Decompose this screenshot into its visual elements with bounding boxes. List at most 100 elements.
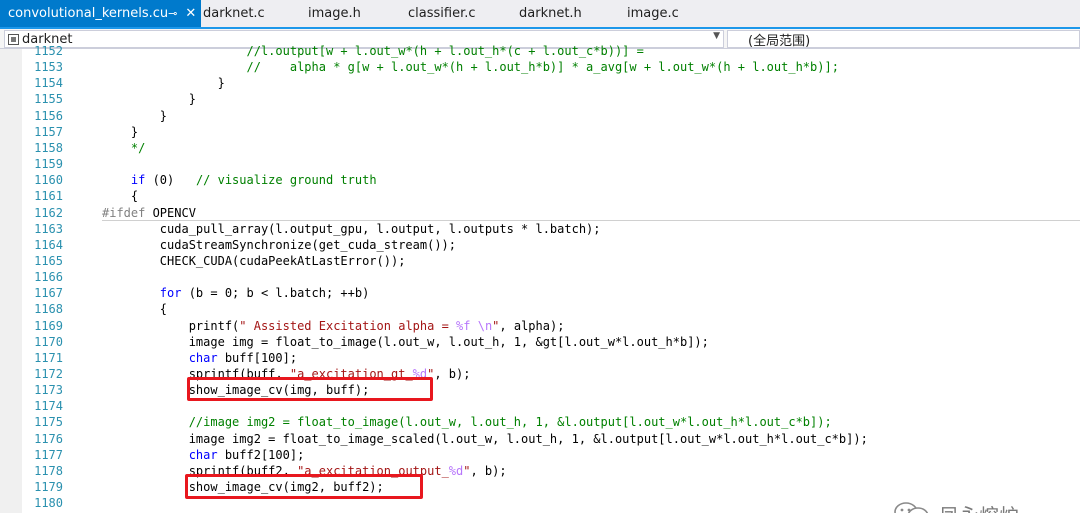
line-number: 1177 — [34, 447, 63, 462]
code-line-1153[interactable]: 1153 // alpha * g[w + l.out_w*(h + l.out… — [22, 59, 1080, 75]
code-text: // alpha * g[w + l.out_w*(h + l.out_h*b)… — [246, 60, 839, 75]
line-number: 1162 — [34, 205, 63, 220]
line-number: 1160 — [34, 173, 63, 188]
code-line-1163[interactable]: 1163 cuda_pull_array(l.output_gpu, l.out… — [22, 221, 1080, 237]
highlight-box-line-1173 — [187, 377, 433, 401]
code-line-1177[interactable]: 1177 char buff2[100]; — [22, 447, 1080, 463]
code-text: image img2 = float_to_image_scaled(l.out… — [102, 431, 868, 446]
code-text: cuda_pull_array(l.output_gpu, l.output, … — [102, 221, 601, 236]
code-text: for (b = 0; b < l.batch; ++b) — [159, 286, 370, 301]
tab-label: convolutional_kernels.cu — [8, 6, 169, 21]
line-number: 1173 — [34, 383, 63, 398]
code-text: { — [102, 302, 168, 317]
code-text: { — [102, 189, 139, 204]
code-text: } — [102, 108, 168, 123]
tab-image-c[interactable]: image.c — [627, 0, 727, 27]
line-number: 1155 — [34, 92, 63, 107]
tab-label: darknet.c — [203, 6, 265, 21]
code-line-1169[interactable]: 1169 printf(" Assisted Excitation alpha … — [22, 318, 1080, 334]
tab-darknet-c[interactable]: darknet.c — [201, 0, 308, 27]
code-line-1171[interactable]: 1171 char buff[100]; — [22, 350, 1080, 366]
code-line-1157[interactable]: 1157 } — [22, 124, 1080, 140]
code-line-1167[interactable]: 1167 for (b = 0; b < l.batch; ++b) — [22, 285, 1080, 301]
line-number: 1166 — [34, 270, 63, 285]
indicator-margin — [0, 49, 22, 513]
line-number: 1168 — [34, 302, 63, 317]
code-line-1161[interactable]: 1161 { — [22, 188, 1080, 204]
line-number: 1154 — [34, 76, 63, 91]
tab-label: image.h — [308, 6, 361, 21]
line-number: 1180 — [34, 496, 63, 511]
line-number: 1175 — [34, 415, 63, 430]
code-line-1160[interactable]: 1160 if (0) // visualize ground truth — [22, 172, 1080, 188]
code-line-1156[interactable]: 1156 } — [22, 108, 1080, 124]
code-text: */ — [102, 140, 146, 155]
line-number: 1158 — [34, 140, 63, 155]
code-text: //image img2 = float_to_image(l.out_w, l… — [188, 415, 832, 430]
line-number: 1178 — [34, 463, 63, 478]
watermark-text: 凤永熔炉 — [939, 500, 1019, 513]
tab-darknet-h[interactable]: darknet.h — [519, 0, 627, 27]
code-text: } — [102, 76, 225, 91]
highlight-box-line-1179 — [185, 474, 423, 499]
code-line-1164[interactable]: 1164 cudaStreamSynchronize(get_cuda_stre… — [22, 237, 1080, 253]
code-line-1158[interactable]: 1158 */ — [22, 140, 1080, 156]
code-line-1152[interactable]: 1152 //l.output[w + l.out_w*(h + l.out_h… — [22, 43, 1080, 59]
code-text: CHECK_CUDA(cudaPeekAtLastError()); — [102, 253, 406, 268]
document-tab-strip: convolutional_kernels.cu ⊸ ✕ darknet.c i… — [0, 0, 1080, 29]
line-number: 1153 — [34, 60, 63, 75]
code-line-1176[interactable]: 1176 image img2 = float_to_image_scaled(… — [22, 431, 1080, 447]
tab-image-h[interactable]: image.h — [308, 0, 408, 27]
code-line-1170[interactable]: 1170 image img = float_to_image(l.out_w,… — [22, 334, 1080, 350]
code-text: //l.output[w + l.out_w*(h + l.out_h*(c +… — [246, 44, 644, 58]
tab-classifier-c[interactable]: classifier.c — [408, 0, 519, 27]
close-icon[interactable]: ✕ — [185, 6, 196, 21]
code-line-1172[interactable]: 1172 sprintf(buff, "a_excitation_gt_%d",… — [22, 366, 1080, 382]
pin-icon[interactable]: ⊸ — [168, 7, 177, 20]
line-number: 1164 — [34, 237, 63, 252]
line-number: 1152 — [34, 44, 63, 58]
code-editor[interactable]: 1152 //l.output[w + l.out_w*(h + l.out_h… — [0, 44, 1080, 513]
code-line-1168[interactable]: 1168 { — [22, 301, 1080, 317]
code-text: if (0) // visualize ground truth — [130, 173, 377, 188]
code-line-1179[interactable]: 1179 show_image_cv(img2, buff2); — [22, 479, 1080, 495]
wechat-icon — [893, 501, 931, 513]
tab-label: classifier.c — [408, 6, 476, 21]
code-line-1155[interactable]: 1155 } — [22, 91, 1080, 107]
line-number: 1171 — [34, 350, 63, 365]
code-line-1154[interactable]: 1154 } — [22, 75, 1080, 91]
line-number: 1169 — [34, 318, 63, 333]
line-number: 1163 — [34, 221, 63, 236]
code-line-1165[interactable]: 1165 CHECK_CUDA(cudaPeekAtLastError()); — [22, 253, 1080, 269]
code-text: image img = float_to_image(l.out_w, l.ou… — [102, 334, 709, 349]
tab-label: darknet.h — [519, 6, 582, 21]
code-line-1174[interactable]: 1174 — [22, 398, 1080, 414]
code-line-1159[interactable]: 1159 — [22, 156, 1080, 172]
line-number: 1170 — [34, 334, 63, 349]
line-number: 1167 — [34, 286, 63, 301]
code-line-1166[interactable]: 1166 — [22, 269, 1080, 285]
line-number: 1179 — [34, 480, 63, 495]
code-line-1173[interactable]: 1173 show_image_cv(img, buff); — [22, 382, 1080, 398]
line-number: 1172 — [34, 367, 63, 381]
code-line-1178[interactable]: 1178 sprintf(buff2, "a_excitation_output… — [22, 463, 1080, 479]
line-number: 1176 — [34, 431, 63, 446]
code-text: char buff2[100]; — [188, 447, 305, 462]
chevron-down-icon[interactable]: ▼ — [713, 31, 720, 41]
code-text: } — [102, 124, 139, 139]
code-line-1175[interactable]: 1175 //image img2 = float_to_image(l.out… — [22, 414, 1080, 430]
code-text: #ifdef OPENCV — [102, 205, 196, 220]
line-number: 1161 — [34, 189, 63, 204]
code-line-1162[interactable]: 1162 #ifdef OPENCV — [22, 205, 1080, 221]
line-number: 1174 — [34, 399, 63, 414]
code-text: } — [102, 92, 196, 107]
code-text: cudaStreamSynchronize(get_cuda_stream())… — [102, 237, 457, 252]
tab-convolutional-kernels[interactable]: convolutional_kernels.cu ⊸ ✕ — [0, 0, 201, 27]
line-number: 1159 — [34, 157, 63, 172]
code-text: char buff[100]; — [188, 350, 298, 365]
line-number: 1165 — [34, 253, 63, 268]
line-number: 1156 — [34, 108, 63, 123]
line-number: 1157 — [34, 124, 63, 139]
tab-label: image.c — [627, 6, 679, 21]
code-text: printf(" Assisted Excitation alpha = %f … — [102, 318, 565, 333]
